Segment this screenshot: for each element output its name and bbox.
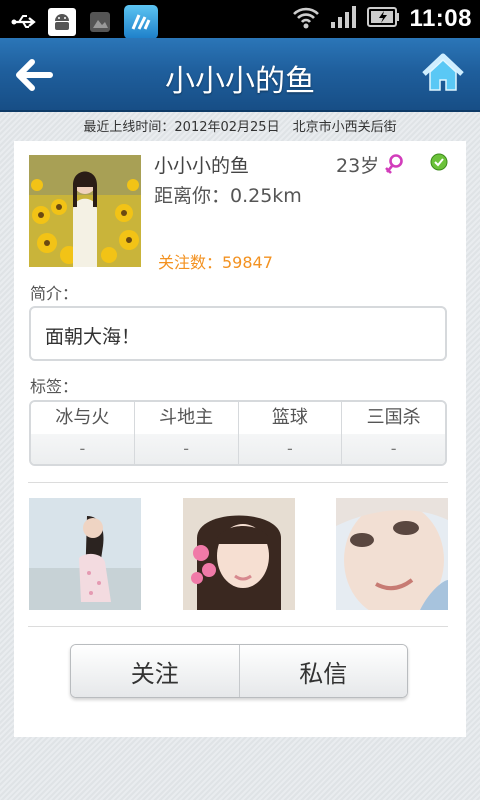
status-bar: 11:08 (0, 0, 480, 39)
image-notify-icon (86, 8, 114, 36)
tag-value: - (342, 434, 445, 464)
photo-thumbnail[interactable] (336, 498, 448, 610)
battery-charging-icon (367, 5, 401, 33)
female-icon (384, 153, 406, 175)
tag-item[interactable]: 篮球 - (238, 402, 343, 464)
home-icon (422, 53, 464, 91)
tag-name: 冰与火 (31, 402, 134, 434)
intro-text: 面朝大海！ (45, 326, 141, 348)
tag-item[interactable]: 冰与火 - (31, 402, 135, 464)
signal-icon (329, 4, 359, 34)
tag-name: 斗地主 (134, 402, 238, 434)
action-buttons: 关注 私信 (70, 644, 408, 698)
divider (28, 626, 448, 627)
android-debug-icon (48, 8, 76, 36)
wifi-icon (291, 4, 321, 34)
home-button[interactable] (420, 50, 466, 96)
distance-text: 距离你：0.25km (154, 185, 302, 207)
tag-item[interactable]: 三国杀 - (342, 402, 445, 464)
avatar[interactable] (29, 155, 141, 267)
photo-thumbnail[interactable] (183, 498, 295, 610)
title-bar: 小小小的鱼 (0, 38, 480, 112)
tag-value: - (238, 434, 342, 464)
tag-name: 篮球 (238, 402, 342, 434)
tags-table: 冰与火 - 斗地主 - 篮球 - 三国杀 - (29, 400, 447, 466)
profile-age: 23岁 (336, 155, 380, 177)
follow-count: 关注数：59847 (158, 253, 273, 272)
message-button[interactable]: 私信 (238, 645, 407, 697)
follow-button[interactable]: 关注 (71, 645, 239, 697)
online-check-icon (430, 153, 448, 171)
tag-value: - (134, 434, 238, 464)
app-notify-icon (124, 5, 158, 39)
usb-icon (10, 8, 38, 36)
intro-label: 简介： (30, 284, 79, 303)
divider (28, 482, 448, 483)
tag-item[interactable]: 斗地主 - (134, 402, 239, 464)
profile-card: 小小小的鱼 23岁 距离你：0.25km 关注数：59847 简介： 面朝大海！… (14, 141, 466, 737)
tag-value: - (31, 434, 134, 464)
status-clock: 11:08 (409, 5, 472, 32)
photo-thumbnail[interactable] (29, 498, 141, 610)
profile-name: 小小小的鱼 (154, 155, 250, 177)
last-online-info: 最近上线时间：2012年02月25日 北京市小西关后街 (83, 120, 397, 135)
page-title: 小小小的鱼 (165, 64, 315, 99)
tag-name: 三国杀 (342, 402, 445, 434)
tags-label: 标签： (30, 377, 79, 396)
intro-box: 面朝大海！ (29, 306, 447, 361)
